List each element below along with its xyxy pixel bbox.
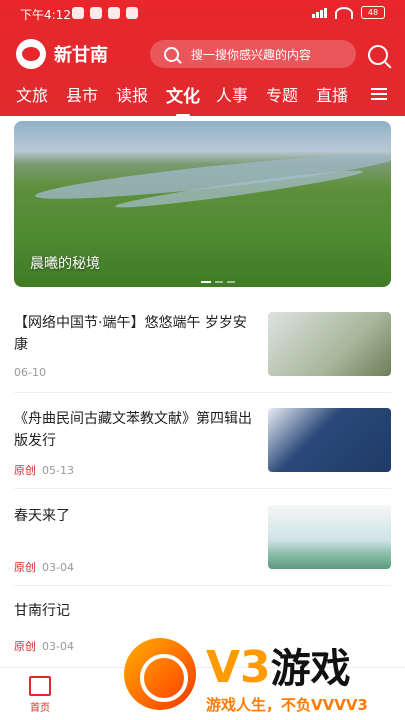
nav-home[interactable]: 首页 <box>20 676 60 714</box>
app-bar: 新甘南 搜一搜你感兴趣的内容 <box>0 36 405 72</box>
article-date: 03-04 <box>42 640 74 653</box>
watermark-logo-icon <box>124 638 196 710</box>
watermark: V3游戏 游戏人生，不负VVVV3 <box>120 636 405 720</box>
article-item[interactable]: 《舟曲民间古藏文苯教文献》第四辑出版发行 原创 05-13 <box>14 408 391 489</box>
search-placeholder: 搜一搜你感兴趣的内容 <box>191 47 312 62</box>
article-item[interactable]: 【网络中国节·端午】悠悠端午 岁岁安康 06-10 <box>14 312 391 393</box>
signal-icon <box>312 7 327 18</box>
app-logo: 新甘南 <box>16 39 108 69</box>
menu-icon[interactable] <box>371 88 387 100</box>
article-title: 甘南行记 <box>14 603 70 619</box>
banner-caption: 晨曦的秘境 <box>30 256 100 272</box>
nav-home-label: 首页 <box>30 703 50 714</box>
app-name: 新甘南 <box>54 45 108 66</box>
app-icon <box>126 7 138 19</box>
article-date: 06-10 <box>14 366 46 379</box>
search-input[interactable]: 搜一搜你感兴趣的内容 <box>150 40 356 68</box>
article-meta: 原创 03-04 <box>14 638 74 654</box>
status-bar: 下午4:12 48 <box>0 0 405 28</box>
article-title: 《舟曲民间古藏文苯教文献》第四辑出版发行 <box>14 411 252 449</box>
original-tag: 原创 <box>14 640 36 653</box>
article-meta: 原创 03-04 <box>14 559 74 575</box>
original-tag: 原创 <box>14 561 36 574</box>
article-thumbnail <box>268 408 391 472</box>
wifi-icon <box>335 6 353 19</box>
article-thumbnail <box>268 505 391 569</box>
home-icon <box>29 676 51 696</box>
article-date: 03-04 <box>42 561 74 574</box>
carousel-indicator <box>201 281 235 283</box>
article-meta: 原创 05-13 <box>14 462 74 478</box>
notification-icons <box>72 7 138 19</box>
article-title: 【网络中国节·端午】悠悠端午 岁岁安康 <box>14 315 247 353</box>
tab-zhibo[interactable]: 直播 <box>316 82 348 106</box>
notification-icon <box>72 7 84 19</box>
header: 下午4:12 48 新甘南 搜一搜你感兴趣的内容 文旅 县市 读报 文化 人事 … <box>0 0 405 116</box>
message-icon <box>108 7 120 19</box>
tab-wenhua[interactable]: 文化 <box>166 82 200 107</box>
tab-renshi[interactable]: 人事 <box>216 82 248 106</box>
tab-xianshi[interactable]: 县市 <box>66 82 98 106</box>
logo-icon <box>16 39 46 69</box>
article-title: 春天来了 <box>14 508 70 524</box>
banner-carousel[interactable]: 晨曦的秘境 <box>14 121 391 287</box>
tab-zhuanti[interactable]: 专题 <box>266 82 298 106</box>
category-tabs: 文旅 县市 读报 文化 人事 专题 直播 <box>0 80 405 116</box>
battery-icon: 48 <box>361 6 385 19</box>
article-item[interactable]: 春天来了 原创 03-04 <box>14 505 391 586</box>
article-thumbnail <box>268 312 391 376</box>
tab-dubao[interactable]: 读报 <box>116 82 148 106</box>
wechat-icon <box>90 7 102 19</box>
search-icon <box>164 46 179 62</box>
search-button[interactable] <box>368 45 388 65</box>
status-time: 下午4:12 <box>20 8 71 22</box>
tab-wenlv[interactable]: 文旅 <box>16 82 48 106</box>
article-meta: 06-10 <box>14 366 46 379</box>
original-tag: 原创 <box>14 464 36 477</box>
article-date: 05-13 <box>42 464 74 477</box>
watermark-slogan: 游戏人生，不负VVVV3 <box>206 696 368 714</box>
watermark-brand: V3游戏 <box>206 642 351 693</box>
